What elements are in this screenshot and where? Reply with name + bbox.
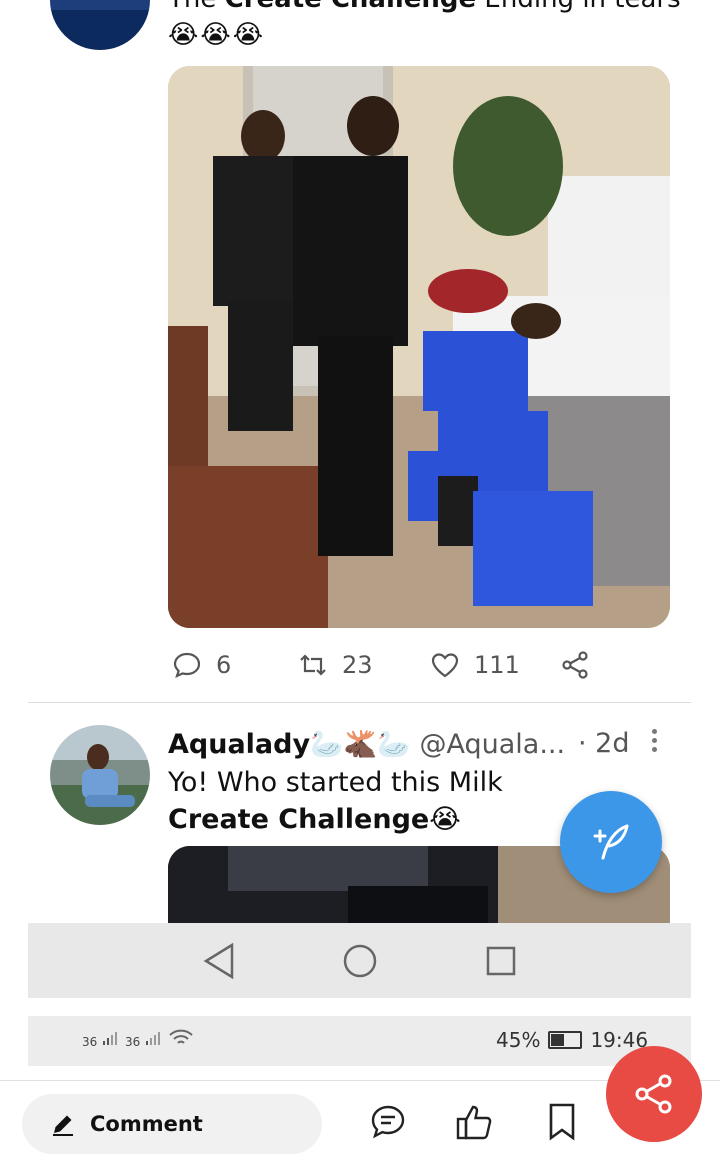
retweet-count: 23 bbox=[342, 651, 373, 679]
signal-indicators: 36 36 bbox=[82, 1028, 194, 1049]
tweet1-emojis: 😭😭😭 bbox=[168, 20, 266, 50]
comment-button[interactable]: Comment bbox=[22, 1094, 322, 1154]
tweet1-action-bar: 6 23 111 bbox=[168, 645, 598, 685]
share-button[interactable] bbox=[560, 645, 590, 685]
more-options-icon[interactable] bbox=[646, 726, 662, 756]
reply-button[interactable]: 6 bbox=[172, 645, 231, 685]
tweet2-text: Yo! Who started this Milk Create Challen… bbox=[168, 767, 503, 835]
tweet1-media-image[interactable] bbox=[168, 66, 670, 628]
battery-percent: 45% bbox=[496, 1028, 541, 1052]
compose-icon bbox=[593, 824, 629, 860]
compose-tweet-button[interactable] bbox=[560, 791, 662, 893]
recents-square-icon[interactable] bbox=[485, 945, 517, 977]
bookmark-icon bbox=[549, 1103, 575, 1141]
retweet-button[interactable]: 23 bbox=[298, 645, 373, 685]
tweet2-author-handle[interactable]: @Aquala... bbox=[420, 729, 566, 760]
battery-icon bbox=[548, 1031, 583, 1049]
tweet2-header: Aqualady🦢🫎🦢 @Aquala... bbox=[168, 728, 565, 760]
signal-icon bbox=[103, 1032, 118, 1045]
share-icon bbox=[635, 1074, 672, 1114]
tweet-divider bbox=[28, 702, 691, 703]
heart-icon bbox=[431, 653, 459, 678]
tweet2-avatar[interactable] bbox=[50, 725, 150, 825]
reply-icon bbox=[173, 652, 201, 679]
share-icon bbox=[562, 651, 588, 679]
tweet1-text: The Create Challenge Ending in tears bbox=[168, 0, 681, 14]
pencil-icon bbox=[53, 1115, 73, 1136]
system-navigation-bar bbox=[28, 923, 691, 998]
speech-bubble-icon bbox=[371, 1105, 405, 1139]
retweet-icon bbox=[300, 654, 326, 676]
back-triangle-icon[interactable] bbox=[202, 942, 236, 980]
like-article-button[interactable] bbox=[454, 1100, 494, 1144]
tweet2-timestamp: · 2d bbox=[578, 728, 630, 759]
bookmark-button[interactable] bbox=[542, 1100, 582, 1144]
signal-icon bbox=[146, 1032, 161, 1045]
tweet2-author-name[interactable]: Aqualady🦢🫎🦢 bbox=[168, 729, 411, 760]
thumbs-up-icon bbox=[456, 1105, 492, 1140]
tweet1-avatar[interactable] bbox=[50, 0, 150, 50]
home-circle-icon[interactable] bbox=[342, 943, 378, 979]
like-count: 111 bbox=[474, 651, 520, 679]
comments-button[interactable] bbox=[368, 1100, 408, 1144]
comment-label: Comment bbox=[90, 1112, 203, 1136]
wifi-icon bbox=[169, 1029, 193, 1044]
status-right: 45% 19:46 bbox=[496, 1028, 648, 1052]
like-button[interactable]: 111 bbox=[430, 645, 520, 685]
share-article-button[interactable] bbox=[606, 1046, 702, 1142]
reply-count: 6 bbox=[216, 651, 232, 679]
